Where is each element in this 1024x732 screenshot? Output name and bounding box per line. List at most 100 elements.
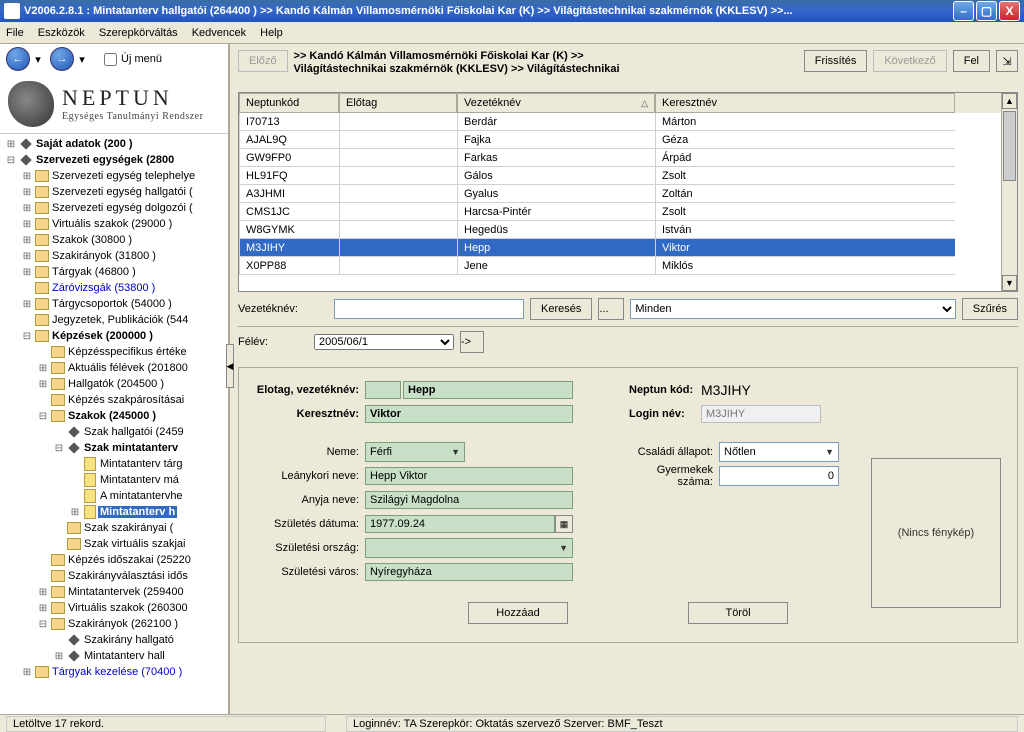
table-row[interactable]: GW9FP0FarkasÁrpád [239, 149, 1017, 167]
tree-row[interactable]: Képzésspecifikus értéke [0, 344, 228, 360]
prev-button[interactable]: Előző [238, 50, 288, 72]
tree-row[interactable]: ⊞Szakok (30800 ) [0, 232, 228, 248]
tree-row[interactable]: ⊞Hallgatók (204500 ) [0, 376, 228, 392]
menu-tools[interactable]: Eszközök [38, 27, 85, 39]
tree-row[interactable]: ⊞Virtuális szakok (260300 [0, 600, 228, 616]
tree-twisty-icon[interactable]: ⊞ [20, 299, 34, 310]
nav-forward-menu[interactable]: ▾ [76, 53, 88, 66]
semester-select[interactable]: 2005/06/1 [314, 334, 454, 350]
tree-row[interactable]: ⊞Szervezeti egység hallgatói ( [0, 184, 228, 200]
tree-row[interactable]: ⊟Szakok (245000 ) [0, 408, 228, 424]
scroll-down-icon[interactable]: ▼ [1002, 275, 1017, 291]
tree-row[interactable]: ⊞Virtuális szakok (29000 ) [0, 216, 228, 232]
tree-row[interactable]: Jegyzetek, Publikációk (544 [0, 312, 228, 328]
menu-file[interactable]: File [6, 27, 24, 39]
pin-button[interactable]: ⇲ [996, 50, 1018, 72]
tree-row[interactable]: Szak hallgatói (2459 [0, 424, 228, 440]
date-picker-button[interactable]: ▦ [555, 515, 573, 533]
filter-button[interactable]: Szűrés [962, 298, 1018, 320]
input-gyermekek[interactable] [719, 466, 839, 486]
tree-twisty-icon[interactable]: ⊟ [20, 331, 34, 342]
select-szuletesorszag[interactable]: ▼ [365, 538, 573, 558]
maximize-button[interactable]: ▢ [976, 1, 997, 21]
tree-row[interactable]: ⊟Szervezeti egységek (2800 [0, 152, 228, 168]
tree-twisty-icon[interactable]: ⊞ [4, 139, 18, 150]
tree-row[interactable]: ⊞Szervezeti egység telephelye [0, 168, 228, 184]
tree-twisty-icon[interactable]: ⊞ [36, 587, 50, 598]
tree-twisty-icon[interactable]: ⊟ [36, 619, 50, 630]
filter-select[interactable]: Minden [630, 299, 955, 319]
delete-button[interactable]: Töröl [688, 602, 788, 624]
select-neme[interactable]: Férfi▼ [365, 442, 465, 462]
tree-row[interactable]: A mintatantervhe [0, 488, 228, 504]
table-row[interactable]: A3JHMIGyalusZoltán [239, 185, 1017, 203]
semester-go-button[interactable]: -> [460, 331, 484, 353]
tree-row[interactable]: Mintatanterv tárg [0, 456, 228, 472]
table-row[interactable]: HL91FQGálosZsolt [239, 167, 1017, 185]
tree-row[interactable]: Szakirány hallgató [0, 632, 228, 648]
scroll-up-icon[interactable]: ▲ [1002, 93, 1017, 109]
tree-row[interactable]: ⊟Szak mintatanterv [0, 440, 228, 456]
tree-twisty-icon[interactable]: ⊞ [20, 187, 34, 198]
nav-back-button[interactable]: ← [6, 47, 30, 71]
col-keresztnev[interactable]: Keresztnév [655, 93, 955, 113]
tree-twisty-icon[interactable]: ⊞ [20, 667, 34, 678]
tree-twisty-icon[interactable]: ⊞ [20, 235, 34, 246]
tree-twisty-icon[interactable]: ⊞ [36, 363, 50, 374]
table-row[interactable]: W8GYMKHegedüsIstván [239, 221, 1017, 239]
tree-twisty-icon[interactable]: ⊞ [36, 379, 50, 390]
tree-twisty-icon[interactable]: ⊟ [4, 155, 18, 166]
tree-row[interactable]: Záróvizsgák (53800 ) [0, 280, 228, 296]
tree-row[interactable]: ⊞Mintatantervek (259400 [0, 584, 228, 600]
tree-row[interactable]: Mintatanterv má [0, 472, 228, 488]
search-more-button[interactable]: ... [598, 298, 624, 320]
tree-row[interactable]: ⊟Szakirányok (262100 ) [0, 616, 228, 632]
table-row[interactable]: X0PP88JeneMiklós [239, 257, 1017, 275]
tree-row[interactable]: ⊞Aktuális félévek (201800 [0, 360, 228, 376]
col-vezeteknev[interactable]: Vezetéknév△ [457, 93, 655, 113]
collapse-handle[interactable]: ◀ [226, 344, 234, 388]
select-csaladi[interactable]: Nőtlen▼ [719, 442, 839, 462]
tree-row[interactable]: ⊞Szervezeti egység dolgozói ( [0, 200, 228, 216]
nav-forward-button[interactable]: → [50, 47, 74, 71]
tree-twisty-icon[interactable]: ⊞ [20, 251, 34, 262]
tree-twisty-icon[interactable]: ⊞ [20, 203, 34, 214]
add-button[interactable]: Hozzáad [468, 602, 568, 624]
tree-row[interactable]: ⊞Mintatanterv hall [0, 648, 228, 664]
search-input[interactable] [334, 299, 524, 319]
tree-row[interactable]: ⊞Saját adatok (200 ) [0, 136, 228, 152]
tree-row[interactable]: ⊞Tárgyak (46800 ) [0, 264, 228, 280]
search-button[interactable]: Keresés [530, 298, 592, 320]
table-row[interactable]: CMS1JCHarcsa-PintérZsolt [239, 203, 1017, 221]
menu-roles[interactable]: Szerepkörváltás [99, 27, 178, 39]
tree-twisty-icon[interactable]: ⊟ [52, 443, 66, 454]
table-scrollbar[interactable]: ▲ ▼ [1001, 93, 1017, 291]
tree-row[interactable]: ⊞Tárgyak kezelése (70400 ) [0, 664, 228, 680]
tree-twisty-icon[interactable]: ⊞ [68, 507, 82, 518]
up-button[interactable]: Fel [953, 50, 990, 72]
tree-row[interactable]: ⊞Mintatanterv h [0, 504, 228, 520]
tree-row[interactable]: Képzés időszakai (25220 [0, 552, 228, 568]
new-menu-check-input[interactable] [104, 53, 117, 66]
tree-row[interactable]: Szakirányválasztási idős [0, 568, 228, 584]
tree-twisty-icon[interactable]: ⊞ [20, 171, 34, 182]
menu-help[interactable]: Help [260, 27, 283, 39]
scroll-thumb[interactable] [1003, 111, 1016, 181]
new-menu-checkbox[interactable]: Új menü [104, 53, 162, 66]
col-neptunkod[interactable]: Neptunkód [239, 93, 339, 113]
tree-row[interactable]: ⊟Képzések (200000 ) [0, 328, 228, 344]
tree-row[interactable]: ⊞Szakirányok (31800 ) [0, 248, 228, 264]
tree-row[interactable]: Szak virtuális szakjai [0, 536, 228, 552]
nav-back-menu[interactable]: ▾ [32, 53, 44, 66]
close-button[interactable]: X [999, 1, 1020, 21]
nav-tree[interactable]: ⊞Saját adatok (200 )⊟Szervezeti egységek… [0, 134, 228, 714]
tree-twisty-icon[interactable]: ⊞ [20, 219, 34, 230]
table-row[interactable]: M3JIHYHeppViktor [239, 239, 1017, 257]
table-row[interactable]: AJAL9QFajkaGéza [239, 131, 1017, 149]
next-button[interactable]: Következő [873, 50, 946, 72]
tree-row[interactable]: Képzés szakpárosításai [0, 392, 228, 408]
menu-favorites[interactable]: Kedvencek [192, 27, 246, 39]
tree-row[interactable]: Szak szakirányai ( [0, 520, 228, 536]
tree-twisty-icon[interactable]: ⊞ [52, 651, 66, 662]
table-row[interactable]: I70713BerdárMárton [239, 113, 1017, 131]
